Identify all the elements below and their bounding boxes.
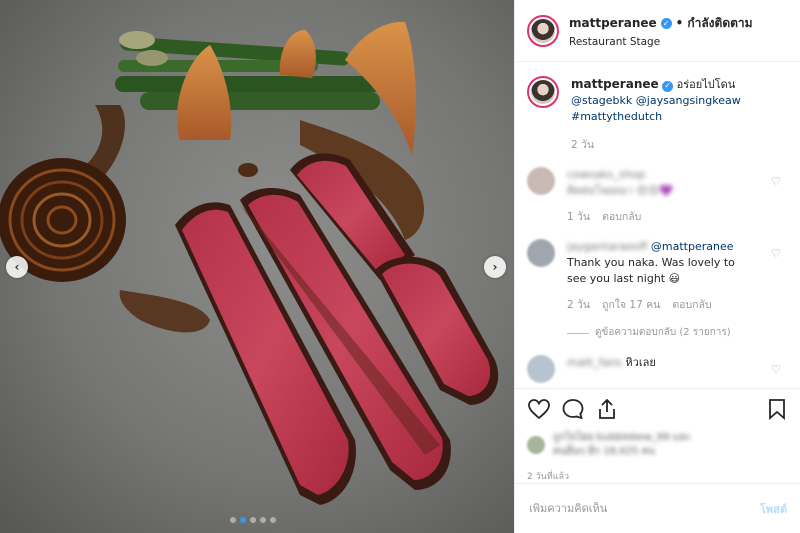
view-replies-button[interactable]: ดูข้อความตอบกลับ (2 รายการ) (567, 325, 752, 341)
commenter-avatar[interactable] (527, 239, 555, 267)
add-comment-bar: โพสต์ (515, 483, 800, 533)
comment-time[interactable]: 2 วัน (567, 297, 590, 313)
share-icon[interactable] (595, 397, 619, 421)
post-header: mattperanee ✓ • กำลังติดตาม Restaurant S… (515, 0, 800, 62)
liked-by-line2: คนอื่นๆ อีก 18,425 คน (553, 446, 655, 457)
comments-list[interactable]: mattperanee ✓ อร่อยไปโดน @stagebkk @jays… (515, 62, 800, 388)
carousel-dot (250, 517, 256, 523)
comment-text: Thank you naka. Was lovely to see you la… (567, 256, 735, 285)
carousel-dot (230, 517, 236, 523)
reply-button[interactable]: ตอบกลับ (672, 297, 711, 313)
commenter-avatar[interactable] (527, 167, 555, 195)
comment-time[interactable]: 1 วัน (567, 209, 590, 225)
carousel-dot (270, 517, 276, 523)
previous-photo-button[interactable]: ‹ (6, 256, 28, 278)
caption-text: อร่อยไปโดน (676, 78, 736, 91)
like-heart-icon[interactable] (527, 397, 551, 421)
reply-button[interactable]: ตอบกลับ (602, 209, 641, 225)
comment-text: ติดต่อโฆษณา 😍😍💜 (567, 184, 673, 197)
verified-badge-icon: ✓ (662, 80, 674, 92)
hashtag-link[interactable]: #mattythedutch (571, 110, 662, 123)
commenter-avatar[interactable] (527, 355, 555, 383)
mention-link[interactable]: @jaysangsingkeaw (636, 94, 741, 107)
commenter-username[interactable]: matt_fans (567, 356, 622, 369)
comment-item: jaygantaraeoff @mattperanee Thank you na… (527, 239, 789, 341)
heart-icon[interactable]: ♡ (771, 247, 781, 260)
caption-username[interactable]: mattperanee (571, 77, 659, 91)
follow-separator: • (675, 16, 684, 30)
mention-link[interactable]: @stagebkk (571, 94, 632, 107)
add-comment-input[interactable] (529, 502, 760, 515)
caption-time[interactable]: 2 วัน (571, 137, 741, 153)
carousel-dot (260, 517, 266, 523)
next-photo-button[interactable]: › (484, 256, 506, 278)
bookmark-icon[interactable] (765, 397, 789, 421)
liked-by-line1: ถูกใจโดย bubblebew_99 และ (553, 432, 691, 443)
follow-status-button[interactable]: กำลังติดตาม (687, 14, 752, 33)
heart-icon[interactable]: ♡ (771, 363, 781, 376)
commenter-username[interactable]: jaygantaraeoff (567, 240, 647, 253)
steak-dish-image (0, 0, 514, 533)
heart-icon[interactable]: ♡ (771, 175, 781, 188)
author-avatar[interactable] (527, 14, 559, 47)
liked-by[interactable]: ถูกใจโดย bubblebew_99 และ คนอื่นๆ อีก 18… (527, 431, 789, 459)
comment-likes[interactable]: ถูกใจ 17 คน (602, 297, 660, 313)
carousel-dot-active (240, 517, 246, 523)
liker-avatar (527, 436, 545, 454)
post-actions: ถูกใจโดย bubblebew_99 และ คนอื่นๆ อีก 18… (515, 388, 800, 483)
post-location[interactable]: Restaurant Stage (569, 36, 753, 48)
verified-badge-icon: ✓ (660, 17, 672, 29)
post-photo[interactable]: ‹ › (0, 0, 514, 533)
carousel-dots (230, 517, 276, 523)
commenter-username[interactable]: cowsaks_shop (567, 168, 645, 181)
comment-text: หิวเลย (625, 356, 656, 369)
comment-bubble-icon[interactable] (561, 397, 585, 421)
caption: mattperanee ✓ อร่อยไปโดน @stagebkk @jays… (527, 76, 789, 153)
post-comment-button[interactable]: โพสต์ (760, 500, 787, 518)
caption-avatar[interactable] (527, 76, 559, 108)
author-username[interactable]: mattperanee (569, 16, 657, 30)
mention-link[interactable]: @mattperanee (651, 240, 734, 253)
post-sidebar: mattperanee ✓ • กำลังติดตาม Restaurant S… (514, 0, 800, 533)
replies-divider (567, 332, 589, 334)
comment-item: cowsaks_shop ติดต่อโฆษณา 😍😍💜 1 วัน ตอบกล… (527, 167, 789, 225)
post-timestamp[interactable]: 2 วันที่แล้ว (527, 469, 789, 483)
view-replies-label: ดูข้อความตอบกลับ (2 รายการ) (595, 327, 731, 338)
comment-item: matt_fans หิวเลย ♡ (527, 355, 789, 383)
